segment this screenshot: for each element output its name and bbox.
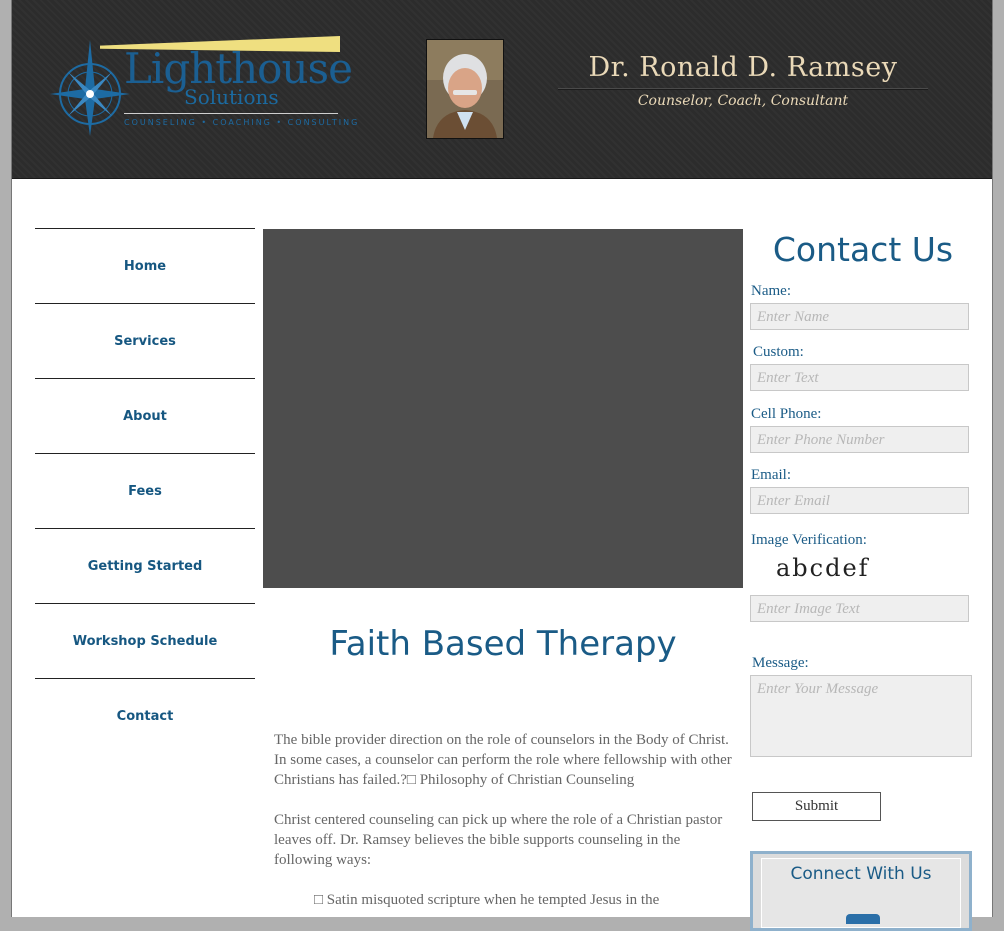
contact-form: Contact Us Name: Enter Name Custom: Ente… [750, 228, 976, 931]
page: Lighthouse Solutions COUNSELING • COACHI… [11, 0, 993, 931]
email-input[interactable]: Enter Email [750, 487, 969, 514]
custom-input[interactable]: Enter Text [750, 364, 969, 391]
portrait-image [427, 40, 503, 138]
doctor-name: Dr. Ronald D. Ramsey [588, 52, 898, 83]
nav-item-about[interactable]: About [35, 378, 255, 453]
contact-title: Contact Us [772, 230, 954, 269]
captcha-image: abcdef [776, 554, 870, 582]
article-body: The bible provider direction on the role… [274, 730, 734, 930]
social-icon[interactable] [846, 914, 880, 924]
email-label: Email: [751, 467, 791, 483]
nav-item-fees[interactable]: Fees [35, 453, 255, 528]
paragraph: The bible provider direction on the role… [274, 732, 732, 788]
cell-phone-input[interactable]: Enter Phone Number [750, 426, 969, 453]
doctor-tagline: Counselor, Coach, Consultant [637, 93, 849, 109]
message-label: Message: [752, 655, 809, 671]
cell-phone-label: Cell Phone: [751, 406, 822, 422]
name-input[interactable]: Enter Name [750, 303, 969, 330]
nav-item-getting-started[interactable]: Getting Started [35, 528, 255, 603]
site-header: Lighthouse Solutions COUNSELING • COACHI… [12, 0, 992, 179]
connect-with-us-box: Connect With Us [750, 851, 972, 931]
custom-label: Custom: [753, 344, 804, 360]
page-title: Faith Based Therapy [329, 624, 677, 664]
connect-title: Connect With Us [790, 864, 932, 884]
nav-item-services[interactable]: Services [35, 303, 255, 378]
image-verification-label: Image Verification: [751, 532, 867, 548]
message-textarea[interactable]: Enter Your Message [750, 675, 972, 757]
doctor-portrait [426, 39, 504, 139]
logo-tagline: COUNSELING • COACHING • CONSULTING [124, 118, 360, 127]
image-text-input[interactable]: Enter Image Text [750, 595, 969, 622]
nav-item-workshop-schedule[interactable]: Workshop Schedule [35, 603, 255, 678]
paragraph: □ Satin misquoted scripture when he temp… [314, 892, 660, 908]
image-slider[interactable] [263, 229, 743, 588]
name-label: Name: [751, 283, 791, 299]
nav-item-home[interactable]: Home [35, 228, 255, 303]
compass-rose-icon [50, 40, 130, 136]
main-nav: Home Services About Fees Getting Started… [35, 228, 255, 753]
logo-subtitle: Solutions [184, 85, 279, 109]
doctor-name-divider [558, 88, 928, 90]
nav-item-contact[interactable]: Contact [35, 678, 255, 753]
paragraph: Christ centered counseling can pick up w… [274, 812, 723, 868]
logo-divider [124, 113, 338, 114]
submit-button[interactable]: Submit [752, 792, 881, 821]
connect-inner: Connect With Us [761, 858, 961, 928]
lighthouse-logo[interactable]: Lighthouse Solutions COUNSELING • COACHI… [50, 30, 357, 140]
